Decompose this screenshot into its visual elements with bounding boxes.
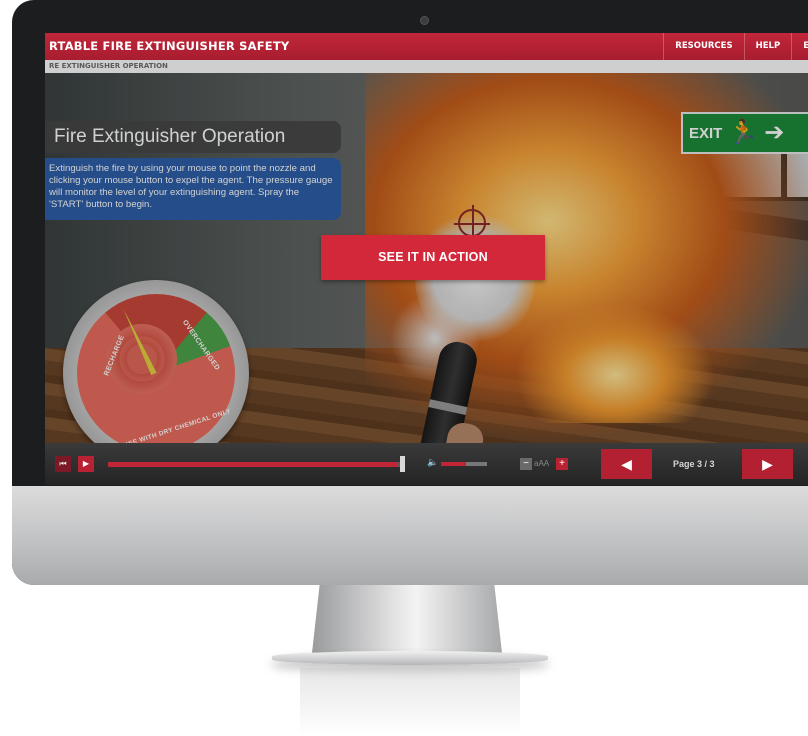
next-page-button[interactable]: ▶ [742,449,793,479]
text-larger-button[interactable]: + [556,458,568,470]
volume-icon[interactable]: 🔈 [427,457,438,468]
monitor-frame: RTABLE FIRE EXTINGUISHER SAFETY RESOURCE… [12,0,808,585]
exit-sign-text: EXIT [689,124,723,142]
fire-flames-low [515,303,715,423]
right-arrow-icon: ➔ [764,119,785,146]
monitor-chin [12,486,808,585]
monitor-foot [272,651,548,665]
lesson-instructions: Extinguish the fire by using your mouse … [45,158,341,220]
nozzle-band [428,399,468,415]
running-man-icon: 🏃 [728,119,759,146]
text-size-label: aAA [534,459,550,468]
top-nav: RESOURCES HELP E [663,33,808,60]
lesson-title: Fire Extinguisher Operation [45,121,341,153]
monitor-stand [312,585,502,653]
volume-fill [441,462,467,466]
nav-help[interactable]: HELP [743,33,792,60]
nav-exit[interactable]: E [791,33,808,60]
breadcrumb: RE EXTINGUISHER OPERATION [45,60,808,73]
rewind-icon[interactable]: ⏮ [55,456,71,472]
stand-reflection [300,668,520,736]
progress-bar[interactable] [108,462,404,467]
exit-sign: EXIT 🏃 ➔ [681,112,808,154]
app-screen: RTABLE FIRE EXTINGUISHER SAFETY RESOURCE… [45,33,808,485]
nav-resources[interactable]: RESOURCES [663,33,743,60]
progress-fill [108,462,399,467]
crosshair-icon [454,205,490,241]
see-it-in-action-button[interactable]: SEE IT IN ACTION [321,235,545,280]
progress-handle[interactable] [400,456,405,472]
simulation-scene[interactable]: EXIT 🏃 ➔ Fire Extinguisher Operation Ext… [45,73,808,443]
volume-slider[interactable] [441,462,487,466]
prev-page-button[interactable]: ◀ [601,449,652,479]
app-titlebar: RTABLE FIRE EXTINGUISHER SAFETY RESOURCE… [45,33,808,60]
play-icon[interactable]: ▶ [78,456,94,472]
camera-dot [420,16,429,25]
app-title: RTABLE FIRE EXTINGUISHER SAFETY [49,39,290,53]
gauge-center [107,324,177,394]
player-controls: ⏮ ▶ 🔈 − aAA + ◀ Page 3 / 3 ▶ [45,443,808,485]
page-indicator: Page 3 / 3 [673,459,715,469]
text-smaller-button[interactable]: − [520,458,532,470]
